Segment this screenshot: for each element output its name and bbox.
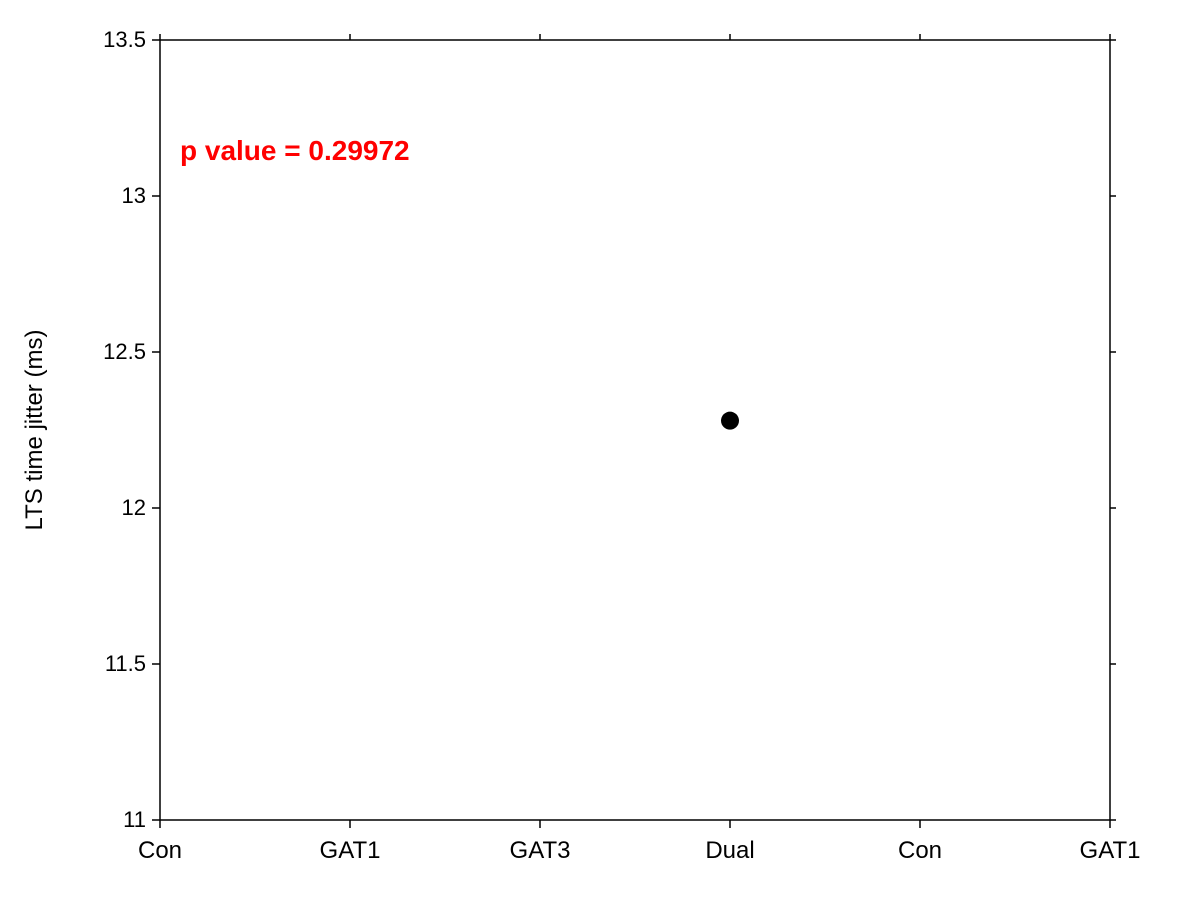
svg-text:p value = 0.29972: p value = 0.29972 bbox=[180, 135, 410, 166]
svg-text:GAT1: GAT1 bbox=[1080, 837, 1141, 864]
svg-text:Con: Con bbox=[138, 837, 182, 864]
svg-text:GAT1: GAT1 bbox=[320, 837, 381, 864]
svg-text:11: 11 bbox=[123, 807, 146, 832]
svg-text:13: 13 bbox=[122, 183, 146, 208]
svg-text:Dual: Dual bbox=[705, 837, 754, 864]
svg-text:GAT3: GAT3 bbox=[510, 837, 571, 864]
svg-text:12.5: 12.5 bbox=[103, 339, 146, 364]
svg-text:13.5: 13.5 bbox=[103, 27, 146, 52]
svg-text:Con: Con bbox=[898, 837, 942, 864]
scatter-plot: 11 11.5 12 12.5 13 13.5 Con GAT1 GAT3 Dual Con GAT1… bbox=[0, 0, 1200, 900]
svg-text:LTS time jitter (ms): LTS time jitter (ms) bbox=[21, 330, 48, 531]
svg-text:11.5: 11.5 bbox=[105, 651, 146, 676]
chart-container: 11 11.5 12 12.5 13 13.5 Con GAT1 GAT3 Dual Con GAT1… bbox=[0, 0, 1200, 900]
svg-text:12: 12 bbox=[122, 495, 146, 520]
